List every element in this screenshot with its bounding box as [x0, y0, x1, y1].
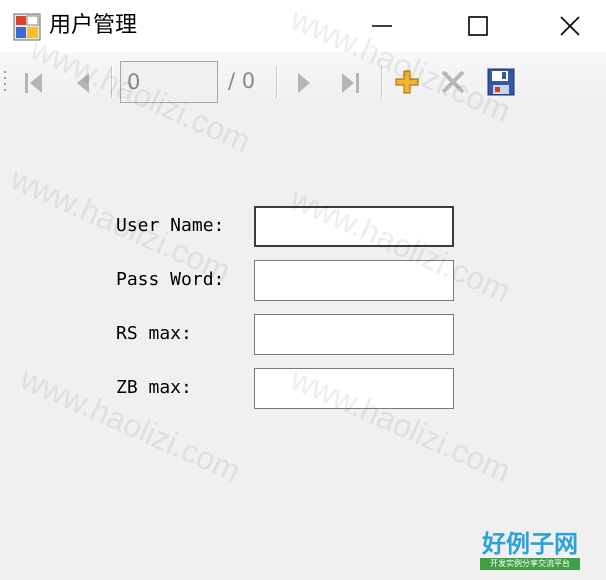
site-logo: 好例子网 开发实例分享交流平台 [480, 530, 580, 570]
move-first-icon [25, 73, 42, 93]
minimize-icon [372, 25, 392, 27]
window-title: 用户管理 [49, 13, 138, 38]
save-button[interactable] [487, 68, 515, 96]
move-previous-icon [77, 73, 89, 93]
title-bar: 用户管理 [0, 0, 606, 52]
toolbar-separator [381, 66, 383, 98]
minimize-button[interactable] [336, 0, 428, 52]
add-new-button[interactable] [394, 69, 420, 95]
form-app-icon[interactable] [13, 13, 41, 41]
pass-word-label: Pass Word: [116, 269, 225, 290]
logo-title: 好例子网 [482, 529, 578, 558]
rs-max-label: RS max: [116, 323, 192, 344]
close-button[interactable] [524, 0, 606, 52]
rs-max-input[interactable] [254, 314, 454, 355]
move-next-button[interactable] [292, 70, 318, 96]
add-new-icon [395, 70, 419, 94]
pass-word-input[interactable] [254, 260, 454, 301]
move-first-button[interactable] [22, 70, 48, 96]
user-name-input[interactable] [254, 206, 454, 247]
toolbar-separator [276, 66, 278, 98]
move-last-button[interactable] [338, 70, 364, 96]
delete-button[interactable] [440, 69, 466, 95]
toolbar-grip-icon[interactable] [3, 70, 7, 96]
toolbar-separator [111, 66, 113, 98]
maximize-icon [468, 16, 488, 36]
maximize-button[interactable] [432, 0, 524, 52]
save-icon [487, 68, 515, 96]
user-name-label: User Name: [116, 215, 225, 236]
zb-max-label: ZB max: [116, 377, 192, 398]
zb-max-input[interactable] [254, 368, 454, 409]
move-last-icon [342, 73, 359, 93]
count-label: / 0 [228, 69, 256, 93]
position-input[interactable] [120, 61, 218, 103]
delete-icon [441, 70, 465, 94]
logo-subtitle: 开发实例分享交流平台 [480, 558, 580, 570]
move-next-icon [298, 73, 310, 93]
close-icon [560, 16, 580, 36]
move-previous-button[interactable] [72, 70, 98, 96]
